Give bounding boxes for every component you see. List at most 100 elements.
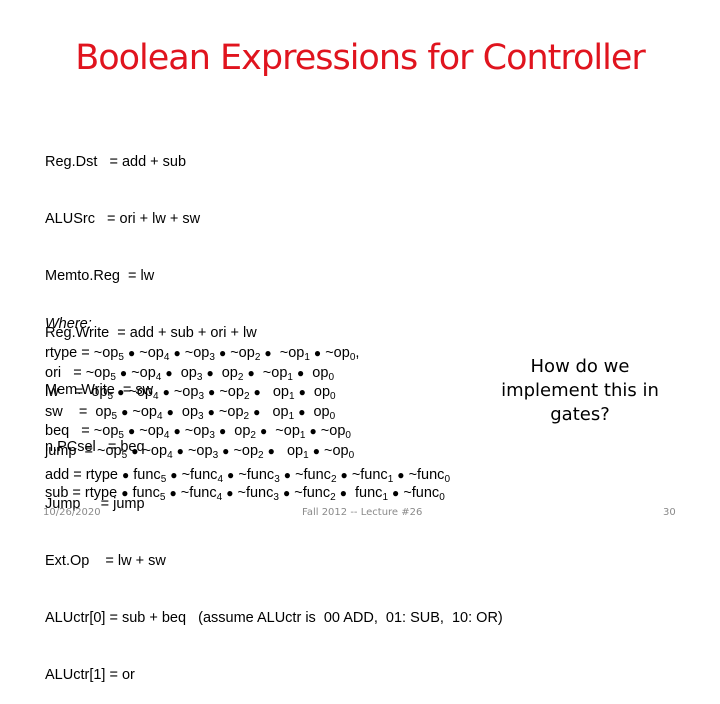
literal: op — [95, 403, 112, 420]
instruction-name: jump = — [45, 442, 97, 459]
and-dot: ● — [312, 443, 320, 458]
signal-memtoreg: Memto.Reg = lw — [45, 268, 155, 284]
decode-equation: sw = op5 ● ~op4 ● op3 ● ~op2 ● op1 ● op0 — [45, 403, 359, 423]
literal: op — [177, 403, 199, 420]
and-dot: ● — [309, 424, 317, 438]
gates-question-callout: How do we implement this in gates? — [501, 356, 659, 425]
literal: op — [308, 364, 329, 381]
signal-aluctr0: ALUctr[0] = sub + beq (assume ALUctr is … — [45, 610, 503, 626]
literal: ~op — [184, 345, 210, 361]
and-dot: ● — [131, 443, 139, 458]
bit-index: 0 — [328, 371, 334, 383]
where-label: Where: — [45, 316, 92, 332]
literal: op — [278, 442, 304, 459]
literal: ~op — [93, 423, 119, 439]
bit-index: 3 — [212, 449, 219, 461]
literal: op — [230, 423, 251, 439]
footer-course: Fall 2012 -- Lecture #26 — [302, 507, 423, 518]
signal-aluctr1: ALUctr[1] = or — [45, 667, 135, 683]
literal: ~op — [323, 442, 349, 459]
literal: op — [309, 403, 330, 420]
bit-index: 1 — [382, 492, 388, 503]
bit-index: 3 — [198, 391, 205, 402]
and-dot: ● — [264, 346, 272, 360]
and-dot: ● — [206, 365, 214, 380]
and-dot: ● — [117, 385, 125, 399]
bit-index: 3 — [198, 410, 204, 422]
literal: func — [128, 485, 160, 501]
literal: op — [264, 403, 289, 420]
literal: ~op — [258, 364, 288, 381]
decode-equation: jump = ~op5 ● ~op4 ● ~op3 ● ~op2 ● op1 ●… — [45, 442, 359, 462]
literal: ~op — [96, 442, 122, 459]
and-dot: ● — [165, 365, 173, 380]
literal: ~op — [139, 345, 164, 361]
and-dot: ● — [162, 385, 170, 399]
funct-decode-list: add = rtype ● func5 ● ~func4 ● ~func3 ● … — [45, 466, 450, 503]
bit-index: 2 — [243, 391, 250, 402]
literal: ~op — [139, 423, 164, 439]
bit-index: 5 — [121, 449, 128, 461]
and-dot: ● — [260, 424, 268, 438]
and-dot: ● — [296, 365, 305, 380]
decode-equation: rtype = ~op5 ● ~op4 ● ~op3 ● ~op2 ● ~op1… — [45, 344, 359, 364]
bit-index: 5 — [111, 410, 118, 422]
literal: ~op — [85, 364, 111, 381]
signal-regdst: Reg.Dst = add + sub — [45, 154, 187, 170]
literal: ~op — [325, 345, 350, 361]
bit-index: 5 — [118, 430, 124, 441]
instruction-name: lw = — [45, 384, 92, 400]
literal: ~func — [294, 485, 331, 501]
bit-index: 4 — [152, 391, 159, 402]
and-dot: ● — [283, 468, 292, 482]
literal: op — [176, 364, 197, 381]
decode-equation: beq = ~op5 ● ~op4 ● ~op3 ● op2 ● ~op1 ● … — [45, 422, 359, 442]
and-dot: ● — [298, 404, 306, 419]
and-dot: ● — [119, 365, 128, 380]
and-dot: ● — [392, 486, 400, 500]
bit-index: 0 — [348, 449, 355, 461]
literal: ~func — [408, 467, 445, 483]
bit-index: 1 — [288, 410, 295, 422]
bit-index: 4 — [157, 410, 163, 422]
bit-index: 1 — [304, 352, 310, 363]
and-dot: ● — [173, 346, 181, 360]
literal: ~op — [271, 423, 300, 439]
literal: ~op — [275, 345, 305, 361]
and-dot: ● — [226, 486, 234, 500]
literal: op — [217, 364, 238, 381]
bit-index: 2 — [254, 352, 261, 363]
bit-index: 0 — [439, 492, 445, 503]
rtype-term: rtype — [85, 467, 118, 483]
bit-index: 4 — [167, 449, 173, 461]
and-dot: ● — [227, 468, 235, 482]
instruction-name: add = — [45, 467, 86, 483]
bit-index: 2 — [243, 410, 250, 422]
literal: ~op — [218, 403, 244, 420]
bit-index: 1 — [289, 391, 295, 402]
and-dot: ● — [247, 365, 255, 380]
suffix: , — [355, 345, 360, 361]
signal-regwrite: Reg.Write = add + sub + ori + lw — [45, 325, 257, 341]
bit-index: 4 — [163, 430, 170, 441]
and-dot: ● — [282, 486, 291, 500]
bit-index: 3 — [209, 430, 215, 441]
literal: ~op — [128, 384, 153, 400]
and-dot: ● — [218, 424, 227, 438]
literal: ~op — [173, 384, 199, 400]
literal: op — [309, 384, 331, 400]
bit-index: 0 — [329, 410, 336, 422]
bit-index: 2 — [258, 449, 264, 461]
opcode-decode-list: rtype = ~op5 ● ~op4 ● ~op3 ● ~op2 ● ~op1… — [45, 344, 359, 461]
signal-alusrc: ALUSrc = ori + lw + sw — [45, 211, 201, 227]
and-dot: ● — [169, 486, 177, 500]
bit-index: 5 — [118, 352, 124, 363]
bit-index: 0 — [345, 430, 351, 441]
bit-index: 2 — [250, 430, 256, 441]
and-dot: ● — [173, 424, 181, 438]
and-dot: ● — [313, 346, 322, 360]
literal: ~op — [187, 442, 213, 459]
instruction-name: beq = — [45, 423, 94, 439]
literal: ~op — [233, 442, 259, 459]
bit-index: 1 — [287, 371, 293, 383]
